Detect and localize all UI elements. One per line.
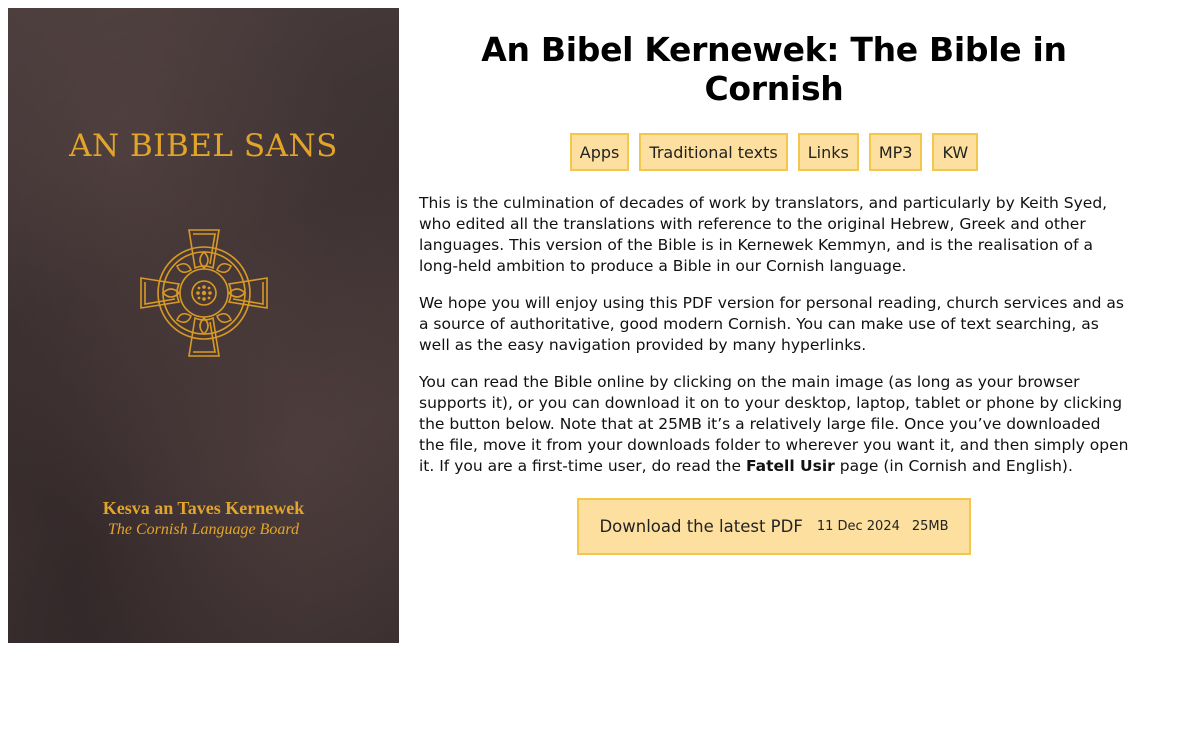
download-label: Download the latest PDF (599, 517, 803, 536)
download-pdf-button[interactable]: Download the latest PDF 11 Dec 2024 25MB (577, 498, 971, 555)
nav-mp3-button[interactable]: MP3 (868, 133, 923, 171)
download-size: 25MB (911, 519, 949, 534)
nav-kw-button[interactable]: KW (932, 133, 979, 171)
celtic-cross-icon (140, 229, 268, 357)
nav-bar: Apps Traditional texts Links MP3 KW (419, 133, 1129, 171)
download-paragraph-tail: page (in Cornish and English). (834, 457, 1073, 475)
fatell-usir-link[interactable]: Fatell Usir (746, 457, 835, 475)
cover-board-name: Kesva an Taves Kernewek (102, 498, 305, 518)
nav-traditional-texts-button[interactable]: Traditional texts (639, 133, 788, 171)
intro-paragraph: This is the culmination of decades of wo… (419, 194, 1108, 275)
page-title: An Bibel Kernewek: The Bible in Cornish (481, 30, 1067, 108)
main-content: An Bibel Kernewek: The Bible in Cornish … (419, 30, 1129, 555)
cover-board-english: The Cornish Language Board (108, 521, 299, 538)
cover-title: AN BIBEL SANS (69, 128, 338, 164)
cover-publisher: Kesva an Taves Kernewek The Cornish Lang… (8, 498, 399, 539)
download-date: 11 Dec 2024 (816, 519, 900, 534)
nav-links-button[interactable]: Links (797, 133, 859, 171)
usage-paragraph: We hope you will enjoy using this PDF ve… (419, 294, 1124, 354)
bible-cover-image[interactable]: AN BIBEL SANS Kesva an Taves Kernewek Th… (8, 8, 399, 643)
download-paragraph: You can read the Bible online by clickin… (419, 372, 1129, 477)
nav-apps-button[interactable]: Apps (569, 133, 630, 171)
